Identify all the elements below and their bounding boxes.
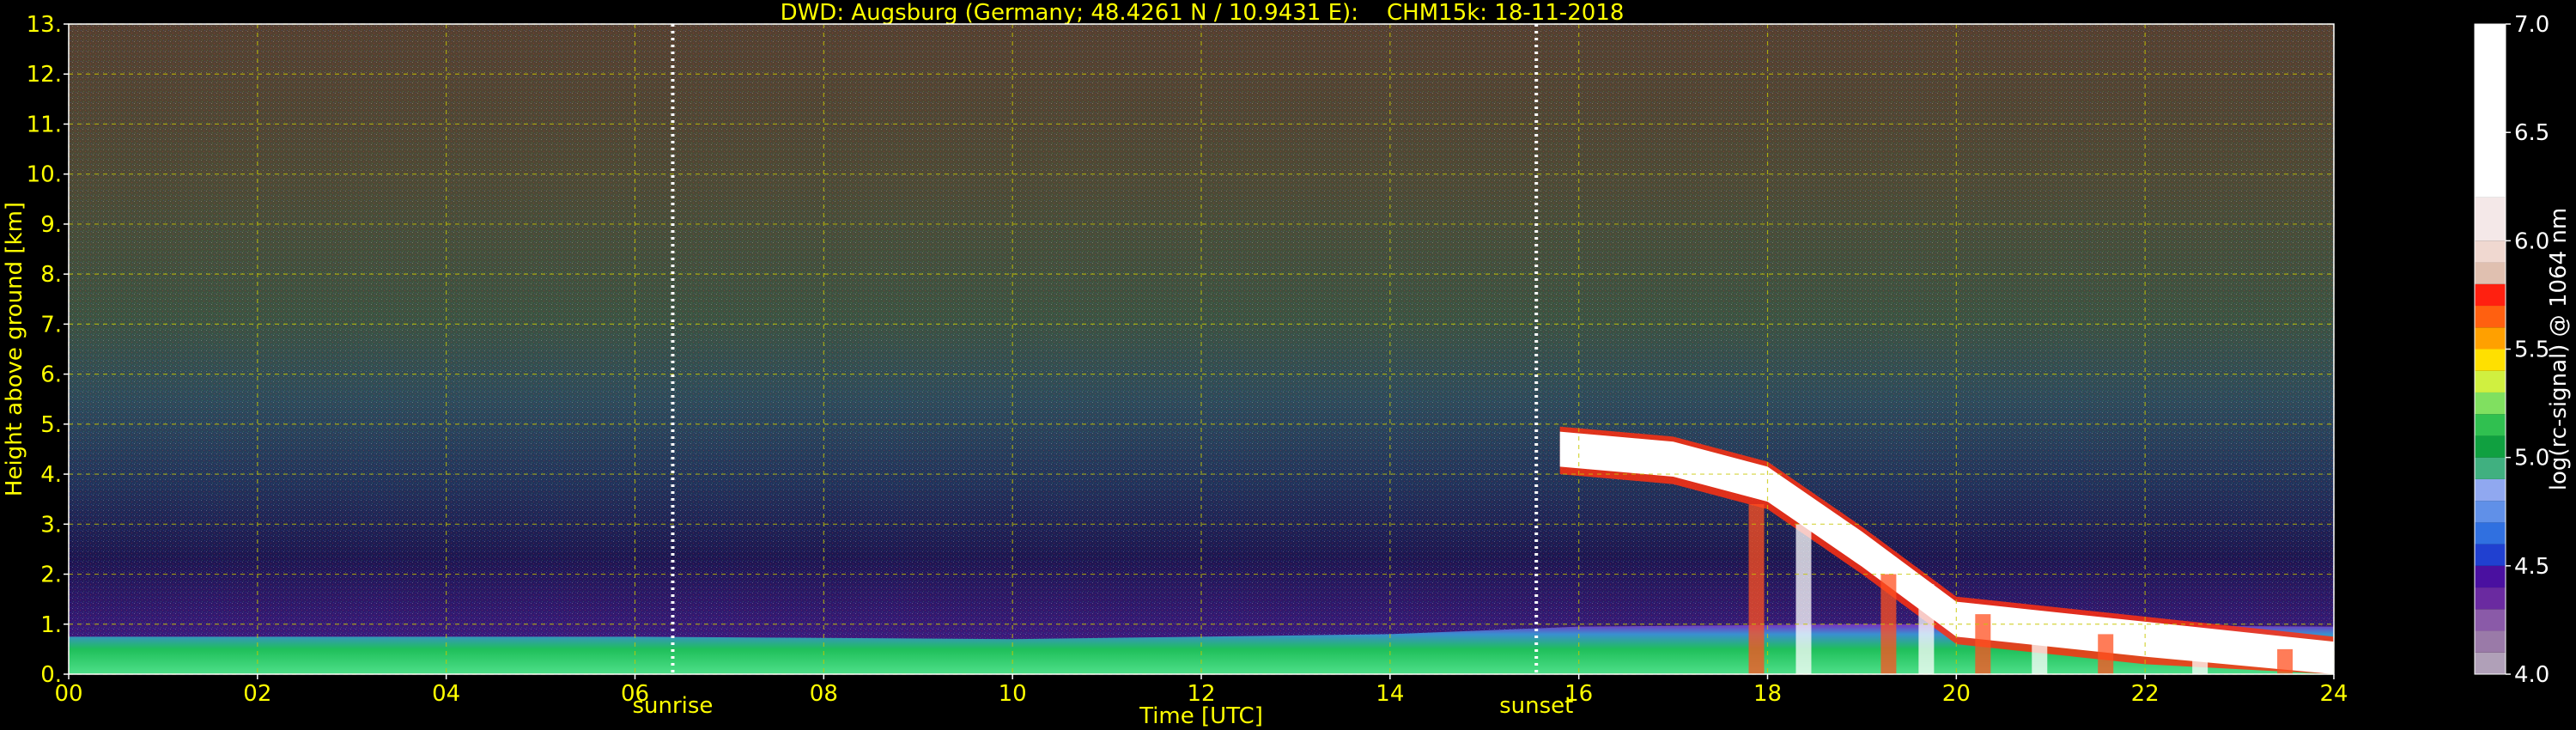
x-tick-label: 16 — [1564, 681, 1593, 707]
colorbar-tick-label: 5.5 — [2514, 338, 2549, 363]
colorbar-tick-label: 4.0 — [2514, 662, 2549, 688]
cloud-streak — [1975, 614, 1991, 674]
x-tick-label: 10 — [999, 681, 1027, 707]
colorbar-segment — [2475, 283, 2506, 307]
colorbar-segment — [2475, 24, 2506, 198]
colorbar-segment — [2475, 522, 2506, 544]
y-tick-label: 6. — [40, 362, 62, 388]
colorbar-segment — [2475, 435, 2506, 458]
cloud-streak — [1795, 524, 1812, 674]
colorbar-segment — [2475, 457, 2506, 479]
y-axis-label: Height above ground [km] — [2, 202, 27, 496]
y-tick-label: 12. — [27, 62, 62, 88]
colorbar-segment — [2475, 392, 2506, 415]
cloud-streak — [1748, 504, 1765, 674]
x-tick-label: 14 — [1376, 681, 1404, 707]
x-tick-label: 22 — [2131, 681, 2160, 707]
y-tick-label: 3. — [40, 512, 62, 538]
colorbar-segment — [2475, 478, 2506, 502]
colorbar-segment — [2475, 501, 2506, 523]
y-tick-label: 13. — [27, 12, 62, 38]
colorbar-segment — [2475, 240, 2506, 263]
colorbar-segment — [2475, 262, 2506, 284]
y-tick-label: 8. — [40, 262, 62, 288]
colorbar-tick-label: 4.5 — [2514, 554, 2549, 580]
cloud-streak — [2277, 648, 2293, 674]
colorbar-segment — [2475, 306, 2506, 328]
x-tick-label: 18 — [1753, 681, 1782, 707]
sunset-label: sunset — [1499, 693, 1573, 719]
y-tick-label: 4. — [40, 462, 62, 488]
colorbar-segment — [2475, 197, 2506, 241]
y-tick-label: 5. — [40, 412, 62, 438]
colorbar-segment — [2475, 327, 2506, 350]
y-tick-label: 0. — [40, 662, 62, 688]
colorbar-label: log(rc-signal) @ 1064 nm — [2546, 208, 2572, 490]
x-tick-label: 04 — [432, 681, 460, 707]
cloud-streak — [2192, 644, 2208, 674]
colorbar-tick-label: 6.0 — [2514, 228, 2549, 254]
y-tick-label: 9. — [40, 212, 62, 238]
y-tick-label: 2. — [40, 563, 62, 588]
cloud-streak — [2098, 634, 2114, 674]
colorbar-segment — [2475, 349, 2506, 371]
colorbar-segment — [2475, 609, 2506, 631]
x-tick-label: 02 — [243, 681, 271, 707]
colorbar-segment — [2475, 414, 2506, 436]
cloud-streak — [1918, 584, 1935, 674]
x-tick-label: 06 — [621, 681, 649, 707]
y-tick-label: 10. — [27, 162, 62, 188]
x-tick-label: 20 — [1942, 681, 1971, 707]
colorbar-tick-label: 5.0 — [2514, 446, 2549, 471]
colorbar-segment — [2475, 652, 2506, 674]
y-tick-label: 7. — [40, 312, 62, 338]
y-tick-label: 11. — [27, 112, 62, 137]
colorbar-tick-label: 6.5 — [2514, 120, 2549, 146]
colorbar-segment — [2475, 544, 2506, 566]
cloud-streak — [2032, 624, 2048, 674]
colorbar-tick-label: 7.0 — [2514, 12, 2549, 38]
colorbar-segment — [2475, 370, 2506, 392]
colorbar-segment — [2475, 565, 2506, 588]
x-tick-label: 24 — [2319, 681, 2348, 707]
colorbar-segment — [2475, 587, 2506, 610]
colorbar-segment — [2475, 630, 2506, 653]
ceilometer-chart: sunrise sunset00 02 04 06 08 10 12 14 16 18 20 22 240… — [2, 12, 2572, 729]
y-tick-label: 1. — [40, 612, 62, 638]
x-axis-label: Time [UTC] — [1139, 703, 1263, 729]
x-tick-label: 08 — [810, 681, 838, 707]
